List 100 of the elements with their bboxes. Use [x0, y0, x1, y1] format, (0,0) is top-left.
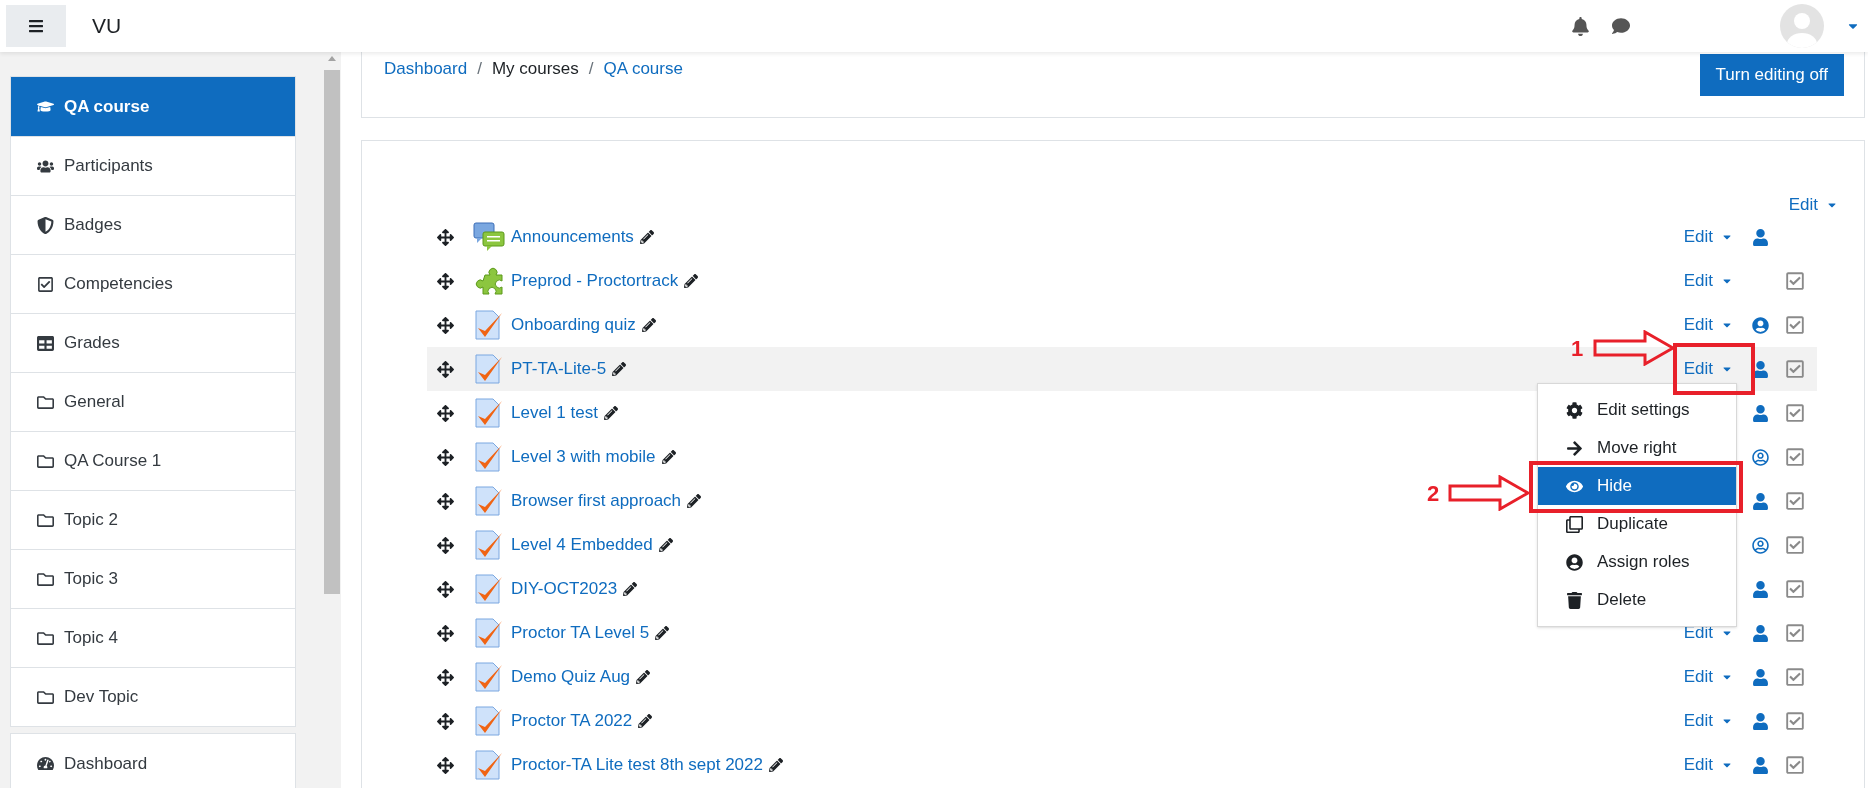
folder-icon: [37, 511, 54, 529]
breadcrumb-separator: /: [588, 58, 594, 80]
edit-dropdown[interactable]: Edit: [1683, 752, 1733, 778]
breadcrumb-current: My courses: [491, 58, 579, 80]
menu-item[interactable]: Delete: [1538, 581, 1736, 619]
completion-checkbox[interactable]: [1785, 711, 1805, 731]
graduation-cap-icon: [37, 98, 54, 115]
pencil-icon[interactable]: [623, 582, 638, 596]
move-icon[interactable]: [437, 624, 454, 642]
trash-icon: [1566, 591, 1583, 609]
shield-icon: [37, 216, 54, 234]
pencil-icon[interactable]: [769, 758, 783, 772]
edit-dropdown[interactable]: Edit: [1683, 224, 1733, 250]
completion-checkbox[interactable]: [1785, 667, 1805, 687]
edit-dropdown[interactable]: Edit: [1683, 708, 1733, 734]
completion-checkbox[interactable]: [1785, 535, 1805, 555]
activity-link[interactable]: Browser first approach: [511, 488, 682, 514]
pencil-icon[interactable]: [603, 406, 618, 420]
completion-checkbox[interactable]: [1785, 755, 1805, 775]
move-icon[interactable]: [437, 668, 454, 686]
pencil-icon[interactable]: [612, 362, 627, 376]
editing-button[interactable]: Turn editing off: [1699, 54, 1844, 96]
sidebar-item[interactable]: Grades: [11, 313, 295, 372]
sidebar-item[interactable]: Topic 4: [11, 608, 295, 667]
menu-item[interactable]: Assign roles: [1538, 543, 1736, 581]
activity-link[interactable]: Level 4 Embedded: [511, 532, 653, 558]
sidebar-item[interactable]: QA Course 1: [11, 431, 295, 490]
sidebar-item[interactable]: Participants: [11, 136, 295, 195]
sidebar-item[interactable]: Topic 2: [11, 490, 295, 549]
completion-checkbox[interactable]: [1785, 579, 1805, 599]
pencil-icon[interactable]: [658, 538, 673, 552]
move-icon[interactable]: [437, 536, 454, 554]
sidebar-item[interactable]: Competencies: [11, 254, 295, 313]
menu-icon: [28, 18, 44, 34]
completion-checkbox[interactable]: [1785, 271, 1805, 291]
activity-link[interactable]: Proctor TA 2022: [511, 708, 633, 734]
move-icon[interactable]: [437, 756, 454, 774]
menu-item[interactable]: Duplicate: [1538, 505, 1736, 543]
move-icon[interactable]: [437, 580, 454, 598]
pencil-icon[interactable]: [655, 626, 670, 640]
completion-checkbox[interactable]: [1785, 623, 1805, 643]
move-icon[interactable]: [437, 404, 454, 422]
sidebar-item[interactable]: General: [11, 372, 295, 431]
completion-checkbox[interactable]: [1785, 315, 1805, 335]
copy-icon: [1566, 515, 1583, 533]
activity-link[interactable]: Proctor-TA Lite test 8th sept 2022: [511, 752, 763, 778]
scrollbar-thumb[interactable]: [324, 70, 340, 594]
sidebar-item[interactable]: Topic 3: [11, 549, 295, 608]
forum-icon: [473, 221, 505, 253]
folder-icon: [37, 629, 54, 647]
move-icon[interactable]: [437, 272, 454, 290]
completion-checkbox[interactable]: [1785, 359, 1805, 379]
menu-button[interactable]: [6, 5, 66, 47]
completion-checkbox[interactable]: [1785, 447, 1805, 467]
chat-icon[interactable]: [1612, 17, 1630, 35]
menu-item[interactable]: Move right: [1538, 429, 1736, 467]
arrow-right-icon: [1566, 439, 1583, 457]
pencil-icon[interactable]: [684, 274, 699, 288]
breadcrumb-link[interactable]: QA course: [603, 56, 683, 82]
activity-link[interactable]: Onboarding quiz: [511, 312, 636, 338]
annotation-number: 1: [1571, 335, 1584, 363]
activity-link[interactable]: DIY-OCT2023: [511, 576, 618, 602]
move-icon[interactable]: [437, 712, 454, 730]
sidebar-item[interactable]: QA course: [11, 77, 295, 136]
menu-item[interactable]: Edit settings: [1538, 391, 1736, 429]
bell-icon[interactable]: [1571, 16, 1590, 36]
site-name[interactable]: VU: [92, 10, 122, 42]
move-icon[interactable]: [437, 492, 454, 510]
move-icon[interactable]: [437, 228, 454, 246]
edit-dropdown[interactable]: Edit: [1683, 268, 1733, 294]
gear-icon: [1566, 401, 1583, 419]
edit-dropdown[interactable]: Edit: [1683, 664, 1733, 690]
sidebar-item[interactable]: Dev Topic: [11, 667, 295, 726]
pencil-icon[interactable]: [639, 230, 654, 244]
completion-checkbox[interactable]: [1785, 491, 1805, 511]
move-icon[interactable]: [437, 448, 454, 466]
menu-item[interactable]: Hide: [1538, 467, 1736, 505]
activity-link[interactable]: Level 3 with mobile: [511, 444, 656, 470]
pencil-icon[interactable]: [638, 714, 653, 728]
sidebar-item[interactable]: Dashboard: [11, 734, 295, 788]
breadcrumb-link[interactable]: Dashboard: [384, 56, 468, 82]
pencil-icon[interactable]: [687, 494, 702, 508]
completion-checkbox[interactable]: [1785, 403, 1805, 423]
move-icon[interactable]: [437, 360, 454, 378]
edit-menu[interactable]: Edit: [1788, 192, 1838, 218]
activity-link[interactable]: Proctor TA Level 5: [511, 620, 650, 646]
edit-dropdown[interactable]: Edit: [1683, 356, 1733, 382]
sidebar-item[interactable]: Badges: [11, 195, 295, 254]
activity-link[interactable]: Announcements: [511, 224, 634, 250]
edit-dropdown[interactable]: Edit: [1683, 312, 1733, 338]
activity-link[interactable]: Level 1 test: [511, 400, 598, 426]
activity-link[interactable]: Demo Quiz Aug: [511, 664, 631, 690]
table-icon: [37, 334, 54, 352]
pencil-icon[interactable]: [636, 670, 651, 684]
move-icon[interactable]: [437, 316, 454, 334]
pencil-icon[interactable]: [641, 318, 656, 332]
activity-link[interactable]: Preprod - Proctortrack: [511, 268, 679, 294]
pencil-icon[interactable]: [661, 450, 676, 464]
gauge-icon: [37, 755, 54, 772]
activity-link[interactable]: PT-TA-Lite-5: [511, 356, 607, 382]
